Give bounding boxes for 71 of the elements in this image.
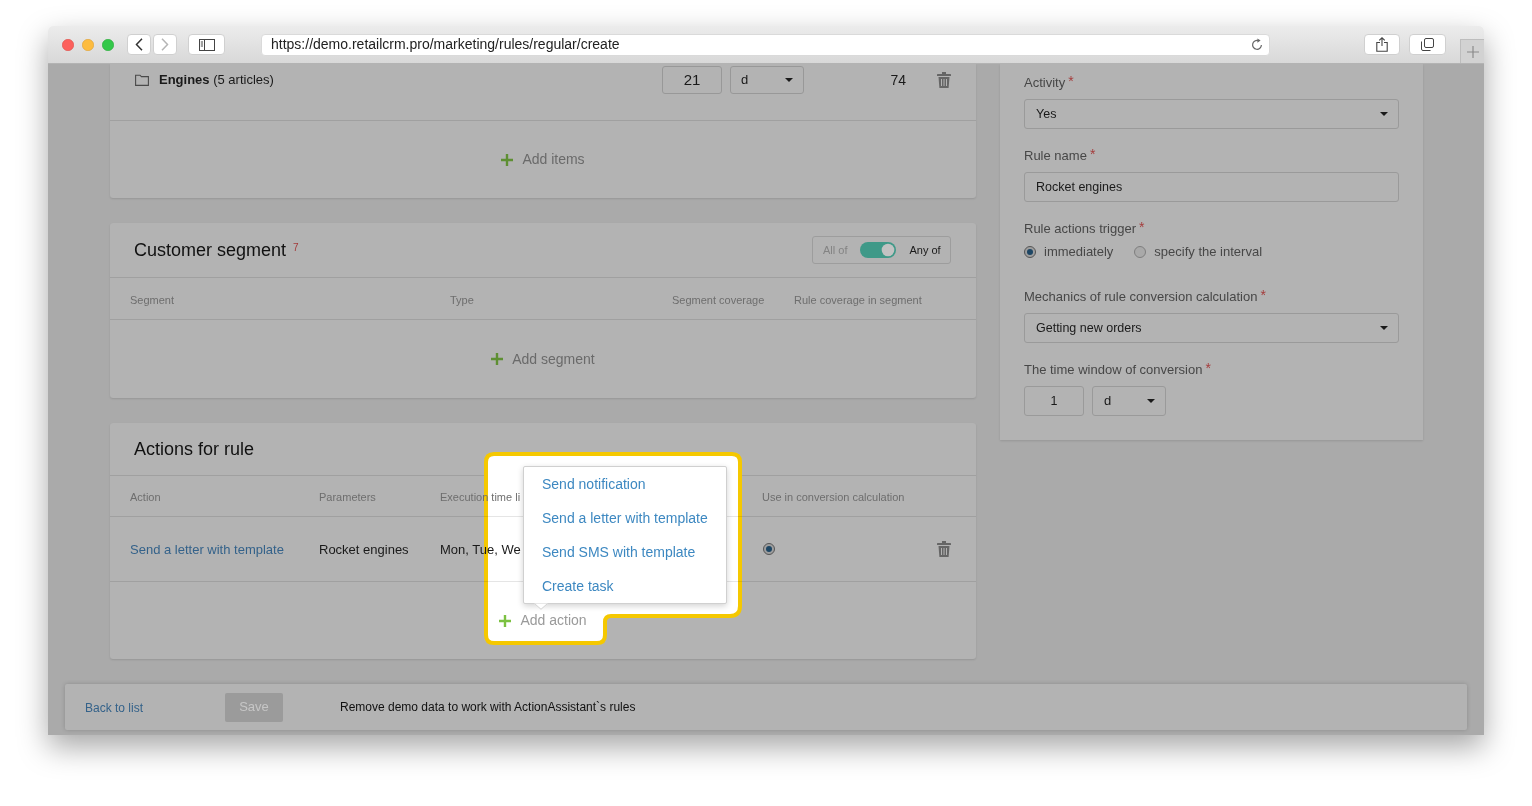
caret-icon: [1147, 399, 1155, 403]
menu-item[interactable]: Send notification: [524, 467, 726, 501]
card-title: Customer segment $^{7}$: [134, 238, 299, 262]
column-header: Action: [130, 491, 161, 503]
share-button[interactable]: [1364, 34, 1400, 55]
add-button[interactable]: Add segment: [491, 348, 595, 370]
field-label: Rule actions trigger: [1024, 220, 1136, 238]
radio-button[interactable]: [1134, 246, 1147, 258]
new-tab-button[interactable]: [1460, 39, 1484, 63]
demo-data-notice: Remove demo data to work with ActionAssistant`s rules: [340, 699, 636, 716]
address-field[interactable]: https://demo.retailcrm.pro/marketing/rules/regular/create: [261, 33, 1270, 56]
window-minimize-icon[interactable]: [82, 38, 94, 51]
required-mark: *: [1139, 220, 1145, 234]
radio-button[interactable]: [1024, 246, 1036, 258]
toggle-switch[interactable]: [860, 242, 897, 258]
share-icon: [1376, 37, 1388, 52]
reload-icon[interactable]: [1251, 38, 1263, 51]
product-group-name: Engines (5 articles): [159, 71, 274, 90]
caret-icon: [1380, 112, 1388, 116]
column-header: Parameters: [319, 491, 376, 503]
required-mark: *: [1205, 361, 1211, 375]
select-field[interactable]: Getting new orders: [1024, 313, 1399, 343]
two-squares-icon: [1421, 38, 1434, 51]
switch-label[interactable]: Any of: [909, 241, 941, 259]
plus-icon: [501, 153, 514, 166]
plus-icon: [491, 353, 504, 365]
caret-icon: [785, 78, 793, 82]
folder-icon: [135, 74, 149, 86]
table-cell: Rocket engines: [319, 542, 409, 557]
radio-label[interactable]: immediately: [1044, 242, 1114, 262]
menu-item[interactable]: Send a letter with template: [524, 501, 726, 535]
window-close-icon[interactable]: [62, 38, 74, 51]
quantity-field[interactable]: 21: [662, 66, 722, 94]
window-zoom-icon[interactable]: [102, 38, 114, 51]
menu-item[interactable]: Send SMS with template: [524, 535, 726, 569]
column-header: Rule coverage in segment: [794, 293, 922, 306]
sidebar-button[interactable]: [188, 34, 225, 55]
plus-icon: [499, 614, 512, 627]
card-title: Actions for rule: [134, 437, 255, 461]
input-field[interactable]: 1: [1024, 386, 1084, 416]
table-cell-text: 74: [890, 70, 906, 90]
required-mark: *: [1068, 74, 1074, 88]
column-header: Segment: [130, 293, 175, 306]
add-button[interactable]: Add action: [499, 610, 587, 631]
required-mark: *: [1260, 288, 1266, 302]
add-button[interactable]: Add items: [501, 149, 585, 170]
sidebar-icon: [198, 38, 215, 51]
caret-icon: [1380, 326, 1388, 330]
tabs-button[interactable]: [1409, 34, 1446, 55]
field-label: Activity: [1024, 74, 1066, 92]
chevron-left-icon: [135, 38, 143, 51]
unit-select[interactable]: d: [1092, 386, 1166, 416]
field-label: Rule name: [1024, 147, 1087, 165]
back-button[interactable]: [127, 34, 151, 55]
column-header: Type: [450, 293, 474, 306]
action-link[interactable]: Send a letter with template: [130, 542, 284, 557]
radio-label[interactable]: specify the interval: [1154, 242, 1263, 262]
trash-icon[interactable]: [937, 541, 951, 557]
radio-button[interactable]: [763, 543, 775, 555]
unit-select[interactable]: d: [730, 66, 804, 94]
back-link[interactable]: Back to list: [85, 701, 144, 715]
menu-item[interactable]: Create task: [524, 569, 726, 603]
column-header: Use in conversion calculation: [762, 491, 905, 503]
input-field[interactable]: Rocket engines: [1024, 172, 1399, 202]
required-mark: *: [1089, 147, 1096, 161]
field-label: Mechanics of rule conversion calculation: [1024, 288, 1258, 306]
select-field[interactable]: Yes: [1024, 99, 1399, 129]
plus-icon: [1466, 45, 1479, 58]
field-label: The time window of conversion: [1024, 361, 1203, 379]
column-header: Segment coverage: [672, 293, 765, 306]
trash-icon[interactable]: [937, 72, 951, 88]
